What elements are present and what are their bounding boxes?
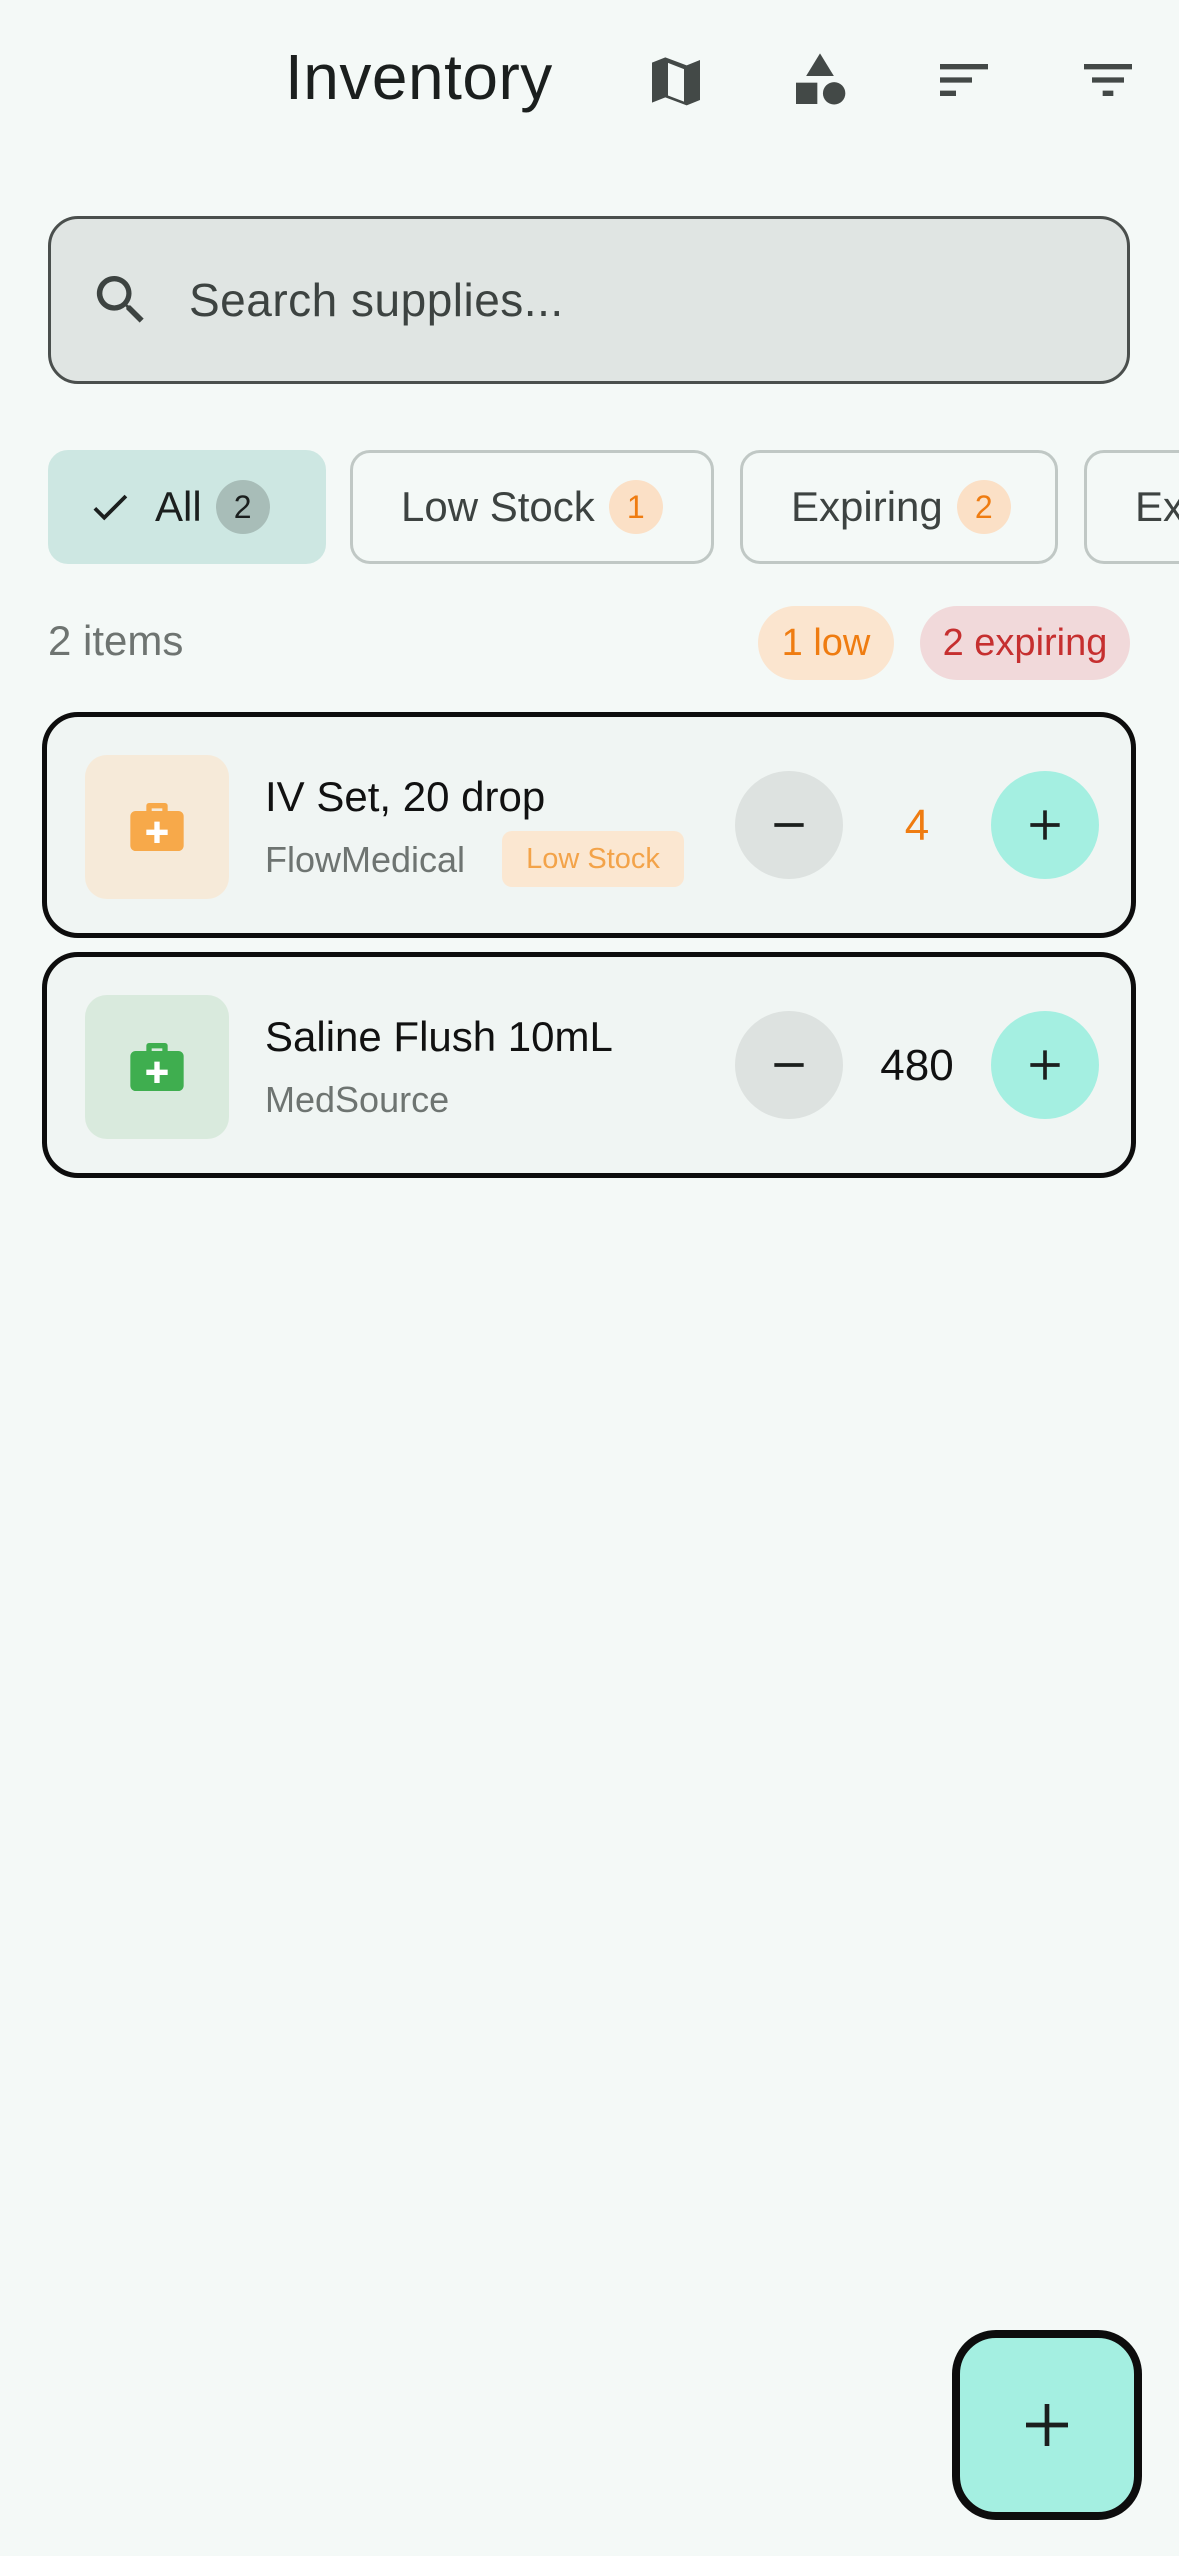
chip-count-badge: 2	[956, 480, 1011, 534]
chip-all[interactable]: All 2	[48, 450, 326, 564]
increase-quantity-button[interactable]	[991, 1011, 1099, 1119]
medical-kit-icon	[130, 1043, 184, 1091]
item-name: IV Set, 20 drop	[265, 773, 546, 820]
minus-icon	[774, 1063, 804, 1067]
item-vendor: MedSource	[265, 1079, 450, 1120]
item-name: Saline Flush 10mL	[265, 1013, 613, 1060]
chip-label: Expiring	[791, 483, 943, 530]
chip-expired[interactable]: Ex	[1084, 450, 1179, 564]
increase-quantity-button[interactable]	[991, 771, 1099, 879]
medical-kit-icon	[130, 803, 184, 851]
minus-icon	[774, 823, 804, 827]
chip-low-stock[interactable]: Low Stock 1	[350, 450, 714, 564]
chip-label: All	[155, 483, 202, 530]
item-quantity: 480	[880, 1041, 954, 1090]
decrease-quantity-button[interactable]	[735, 1011, 843, 1119]
chip-expiring[interactable]: Expiring 2	[740, 450, 1058, 564]
map-icon[interactable]	[640, 44, 712, 116]
item-quantity: 4	[904, 801, 930, 850]
low-stock-tag: Low Stock	[502, 831, 684, 887]
inventory-item-card[interactable]: IV Set, 20 drop FlowMedical Low Stock 4	[42, 712, 1136, 938]
inventory-screen: Inventory All 2	[0, 0, 1179, 2556]
item-thumbnail	[85, 755, 229, 899]
filter-icon[interactable]	[1072, 44, 1144, 116]
item-count: 2 items	[48, 617, 184, 664]
sort-icon[interactable]	[928, 44, 1000, 116]
plus-icon	[1030, 1050, 1060, 1080]
top-app-bar: Inventory	[0, 0, 1179, 170]
low-count-badge: 1 low	[758, 606, 894, 680]
search-icon	[96, 276, 144, 323]
chip-count-badge: 2	[215, 480, 270, 534]
plus-icon	[1026, 2404, 1068, 2446]
plus-icon	[1030, 810, 1060, 840]
search-bar[interactable]	[48, 216, 1130, 384]
search-input[interactable]	[189, 273, 1049, 327]
add-item-fab[interactable]	[952, 2330, 1142, 2520]
item-vendor: FlowMedical	[265, 839, 466, 880]
chip-label: Low Stock	[401, 483, 595, 530]
category-shapes-icon[interactable]	[784, 44, 856, 116]
chip-count-badge: 1	[608, 480, 663, 534]
page-title: Inventory	[285, 41, 553, 113]
filter-chip-row: All 2 Low Stock 1 Expiring 2 Ex	[48, 450, 1179, 564]
inventory-item-card[interactable]: Saline Flush 10mL MedSource 480	[42, 952, 1136, 1178]
expiring-count-badge: 2 expiring	[920, 606, 1130, 680]
item-thumbnail	[85, 995, 229, 1139]
chip-label: Ex	[1135, 483, 1179, 530]
check-icon	[93, 494, 128, 521]
decrease-quantity-button[interactable]	[735, 771, 843, 879]
